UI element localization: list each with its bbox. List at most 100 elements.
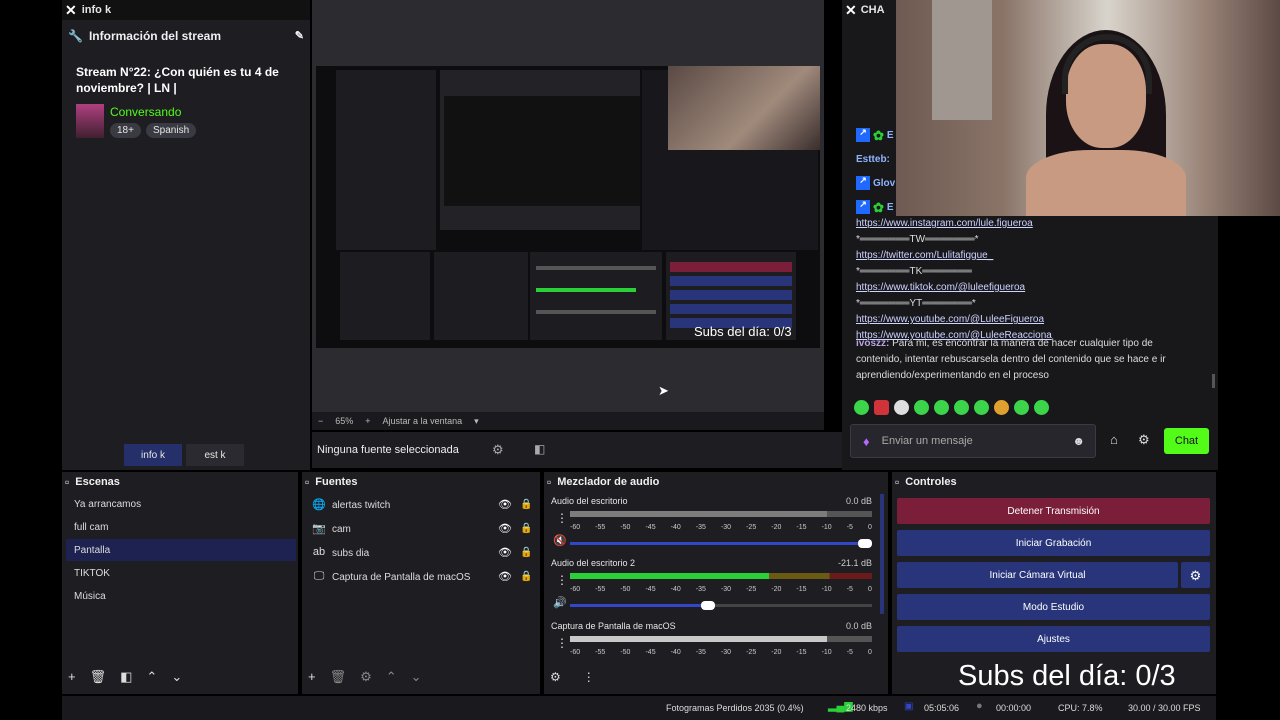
preview-canvas: Subs del día: 0/3 [316,66,820,348]
stop-stream-button[interactable]: Detener Transmisión [897,498,1210,524]
add-icon[interactable]: + [308,670,316,683]
mixer-menu-icon[interactable]: ⋮ [583,671,595,683]
chat-link[interactable]: https://www.instagram.com/lule.figueroa [856,216,1196,232]
move-up-icon[interactable]: ⌃ [386,670,397,683]
tick-label: -25 [746,586,757,593]
eye-icon[interactable]: 👁 [498,523,512,535]
channel-menu-icon[interactable]: ⋮ [556,512,568,524]
lock-icon[interactable]: 🔒 [520,524,532,534]
bits-icon[interactable]: ♦ [863,435,870,448]
chat-user-row-1: ↗ ✿ E [856,128,894,142]
advanced-audio-icon[interactable]: ⚙ [550,671,561,683]
chat-message-text: Para mi, es encontrar la manera de hacer… [856,338,1166,381]
scene-item-selected[interactable]: Pantalla [66,539,296,561]
volume-slider[interactable] [570,539,872,548]
gear-icon[interactable]: ⚙ [492,443,504,456]
move-down-icon[interactable]: ⌄ [171,670,182,683]
close-icon[interactable]: ▫ [65,476,69,488]
dock-bottom-tab-est[interactable]: est k [186,444,244,466]
stream-time: 05:05:06 [924,703,960,713]
start-recording-button[interactable]: Iniciar Grabación [897,530,1210,556]
close-icon[interactable]: ▫ [305,476,309,488]
chat-link[interactable]: https://www.youtube.com/@LuleeFigueroa [856,312,1196,328]
nested-meter-3 [536,310,656,314]
scene-item[interactable]: Ya arrancamos [66,493,296,515]
chat-username[interactable]: E [887,130,894,141]
virtual-camera-button[interactable]: Iniciar Cámara Virtual [897,562,1178,588]
nested-info-dock [336,70,436,250]
chat-user-row-2[interactable]: Estteb: [856,154,890,165]
source-name: cam [332,523,351,535]
chat-username[interactable]: E [887,202,894,213]
tag-language[interactable]: Spanish [146,123,197,138]
tick-label: -30 [720,524,732,531]
tick-label: -10 [821,586,832,593]
tick-label: -40 [670,586,681,593]
chat-username[interactable]: Glov [873,178,895,189]
db-ticks: -60 -55 -50 -45 -40 -35 -30 -25 -20 -15 -10 -5 0 [570,649,872,656]
filters-icon[interactable]: ◧ [120,670,132,683]
chat-user-row-3: ↗ Glov [856,176,895,190]
lock-icon[interactable]: 🔒 [520,548,532,558]
source-item[interactable]: ab subs dia 👁 🔒 [306,542,538,564]
mixer-scrollbar[interactable] [880,494,884,614]
category-name[interactable]: Conversando [110,105,181,119]
mixer-title: Mezclador de audio [557,476,660,488]
emote-icon [854,400,869,415]
add-icon[interactable]: + [68,670,76,683]
trash-icon[interactable]: 🗑 [90,670,107,683]
chevron-down-icon[interactable]: ▾ [474,416,479,426]
zoom-level: 65% [335,416,354,426]
tag-age[interactable]: 18+ [110,123,141,138]
chat-link[interactable]: https://twitter.com/Lulitafiggue_ [856,248,1196,264]
source-item[interactable]: 📷 cam 👁 🔒 [306,518,538,540]
zoom-in-button[interactable]: + [365,416,370,426]
close-icon[interactable]: ▫ [547,476,551,488]
lock-icon[interactable]: 🔒 [520,500,532,510]
close-icon[interactable]: ▫ [895,476,899,488]
settings-button[interactable]: Ajustes [897,626,1210,652]
fit-window-select[interactable]: Ajustar a la ventana [383,416,463,426]
source-item[interactable]: 🖵 Captura de Pantalla de macOS 👁 🔒 [306,566,538,588]
chat-send-button[interactable]: Chat [1164,428,1209,454]
volume-slider-handle[interactable] [858,539,872,548]
trash-icon[interactable]: 🗑 [330,670,347,683]
virtual-camera-settings-button[interactable]: ⚙ [1181,562,1210,588]
scene-item[interactable]: full cam [66,516,296,538]
chat-link[interactable]: https://www.tiktok.com/@luleefigueroa [856,280,1196,296]
eye-icon[interactable]: 👁 [498,499,512,511]
preview-area[interactable]: Subs del día: 0/3 ➤ [312,0,824,412]
eye-icon[interactable]: 👁 [498,571,512,583]
volume-slider[interactable] [570,601,872,610]
speaker-icon[interactable]: 🔊 [553,598,567,609]
dock-tab-title: info k [81,4,112,16]
source-item[interactable]: 🌐 alertas twitch 👁 🔒 [306,494,538,516]
tick-label: -55 [595,586,606,593]
edit-icon[interactable]: ✎ [295,30,304,42]
gear-icon[interactable]: ⚙ [360,670,372,683]
dock-bottom-tab-info[interactable]: info k [124,444,182,466]
studio-mode-button[interactable]: Modo Estudio [897,594,1210,620]
chat-settings-icon[interactable]: ⚙ [1138,433,1150,446]
channel-menu-icon[interactable]: ⋮ [556,574,568,586]
filters-icon[interactable]: ◧ [534,443,545,455]
chat-input[interactable]: ♦ Enviar un mensaje ☻ [850,424,1096,458]
scene-item[interactable]: Música [66,585,296,607]
volume-slider-handle[interactable] [700,601,715,610]
channel-menu-icon[interactable]: ⋮ [556,637,568,649]
emote-icon [974,400,989,415]
chat-message-user[interactable]: ivoszz: [856,338,889,349]
eye-icon[interactable]: 👁 [498,547,512,559]
lock-icon[interactable]: 🔒 [520,572,532,582]
emoji-icon[interactable]: ☻ [1072,435,1085,447]
tick-label: -15 [796,586,807,593]
move-down-icon[interactable]: ⌄ [411,670,422,683]
chat-scrollbar[interactable] [1212,374,1215,388]
close-icon[interactable]: ✕ [65,3,77,17]
zoom-out-button[interactable]: − [318,416,323,426]
store-icon[interactable]: ⌂ [1110,433,1118,446]
move-up-icon[interactable]: ⌃ [146,670,157,683]
close-icon[interactable]: ✕ [845,3,857,17]
scene-item[interactable]: TIKTOK [66,562,296,584]
muted-speaker-icon[interactable]: 🔇 [553,536,567,547]
